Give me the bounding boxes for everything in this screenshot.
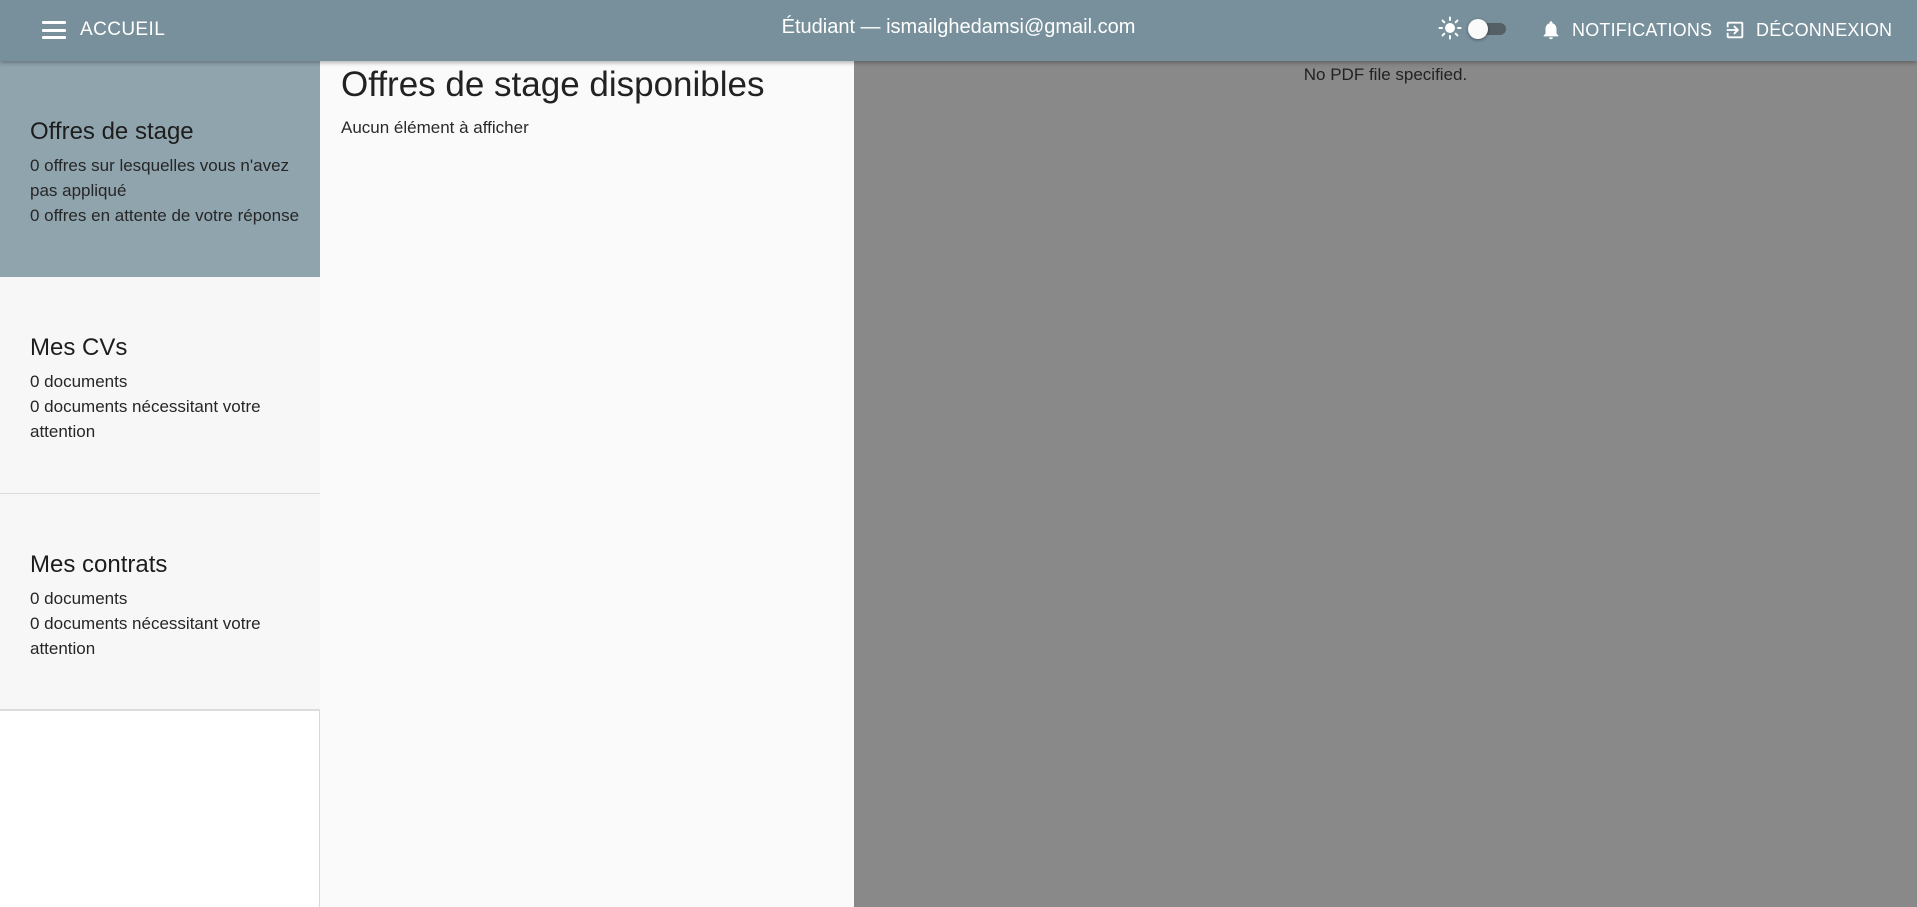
offers-list-pane: Offres de stage disponibles Aucun élémen… [320, 61, 854, 907]
logout-icon [1726, 21, 1744, 39]
card-line: 0 offres en attente de votre réponse [30, 206, 300, 225]
pdf-message: No PDF file specified. [1303, 65, 1468, 84]
card-line: 0 documents nécessitant votre attention [30, 397, 261, 441]
pdf-viewer: No PDF file specified. [854, 61, 1917, 907]
card-title: Mes CVs [30, 334, 128, 361]
sun-icon [1438, 16, 1462, 40]
card-line: 0 documents [30, 372, 128, 391]
app-bar: ACCUEIL Étudiant — ismailghedamsi@gmail.… [0, 0, 1917, 61]
home-menu-button[interactable]: ACCUEIL [32, 8, 175, 52]
notifications-label: NOTIFICATIONS [1572, 19, 1713, 40]
menu-icon [42, 21, 66, 39]
card-line: 0 documents [30, 589, 128, 608]
theme-toggle-switch[interactable] [1468, 19, 1506, 39]
home-button-label: ACCUEIL [80, 19, 166, 40]
sidebar-card-cvs[interactable]: Mes CVs 0 documents 0 documents nécessit… [0, 277, 320, 494]
sidebar-card-contrats[interactable]: Mes contrats 0 documents 0 documents néc… [0, 494, 320, 711]
empty-state-text: Aucun élément à afficher [341, 118, 529, 137]
card-line: 0 documents nécessitant votre attention [30, 614, 261, 658]
card-line: 0 offres sur lesquelles vous n'avez pas … [30, 156, 290, 200]
notifications-button[interactable]: NOTIFICATIONS [1540, 12, 1712, 48]
logout-label: DÉCONNEXION [1756, 19, 1893, 40]
bell-icon [1543, 21, 1559, 40]
sidebar: Offres de stage 0 offres sur lesquelles … [0, 61, 320, 907]
toggle-thumb[interactable] [1468, 19, 1488, 39]
page-title: Offres de stage disponibles [341, 65, 765, 104]
card-title: Offres de stage [30, 118, 194, 145]
logout-button[interactable]: DÉCONNEXION [1724, 12, 1892, 48]
card-title: Mes contrats [30, 551, 168, 578]
theme-control [1438, 16, 1506, 40]
sidebar-card-offres[interactable]: Offres de stage 0 offres sur lesquelles … [0, 61, 320, 277]
